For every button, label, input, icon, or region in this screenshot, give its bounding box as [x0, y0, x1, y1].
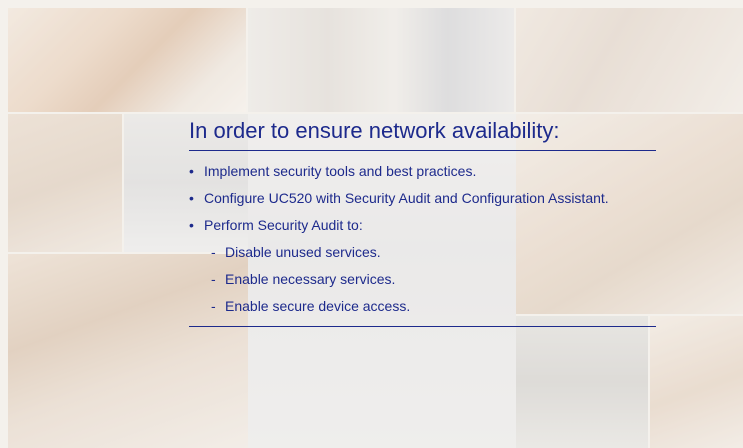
- bullet-marker: •: [189, 190, 194, 206]
- bullet-item: • Perform Security Audit to:: [189, 214, 609, 241]
- bullet-item: • Implement security tools and best pract…: [189, 160, 609, 187]
- bullet-text: Configure UC520 with Security Audit and …: [204, 190, 609, 206]
- bullet-text: Implement security tools and best practi…: [204, 163, 477, 179]
- sub-bullet-text: Enable secure device access.: [225, 298, 411, 314]
- sub-bullet-marker: -: [211, 298, 216, 314]
- sub-bullet-text: Enable necessary services.: [225, 271, 396, 287]
- sub-bullet-text: Disable unused services.: [225, 244, 381, 260]
- sub-bullet-item: - Enable necessary services.: [189, 268, 609, 295]
- bullet-list: • Implement security tools and best pract…: [189, 160, 609, 322]
- bullet-item: • Configure UC520 with Security Audit and…: [189, 187, 609, 214]
- title-divider: [189, 150, 656, 151]
- sub-bullet-marker: -: [211, 271, 216, 287]
- sub-bullet-item: - Enable secure device access.: [189, 295, 609, 322]
- bottom-divider: [189, 326, 656, 327]
- bullet-marker: •: [189, 217, 194, 233]
- sub-bullet-marker: -: [211, 244, 216, 260]
- sub-bullet-item: - Disable unused services.: [189, 241, 609, 268]
- bullet-text: Perform Security Audit to:: [204, 217, 363, 233]
- slide-title: In order to ensure network availability:: [189, 118, 560, 143]
- bullet-marker: •: [189, 163, 194, 179]
